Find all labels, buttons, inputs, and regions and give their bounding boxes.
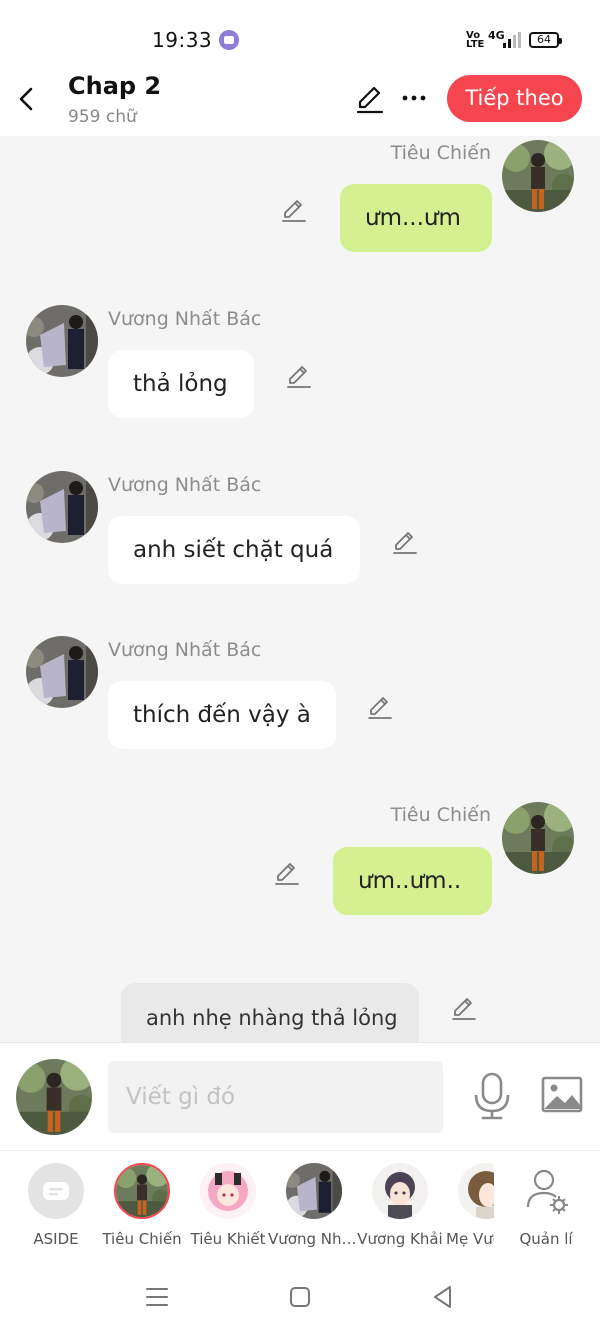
aside-chat-icon: [43, 1182, 69, 1200]
character-aside[interactable]: ASIDE: [16, 1163, 96, 1253]
word-count: 959 chữ: [68, 107, 137, 127]
avatar[interactable]: [26, 305, 98, 377]
avatar: [372, 1163, 428, 1219]
menu-icon: [146, 1288, 168, 1306]
chapter-header: Chap 2 959 chữ Tiếp theo: [0, 70, 600, 136]
avatar: [458, 1163, 494, 1219]
voice-input-button[interactable]: [470, 1071, 514, 1121]
system-navigation-bar: [0, 1260, 600, 1333]
home-button[interactable]: [285, 1282, 315, 1312]
sender-name: Vương Nhất Bác: [108, 474, 262, 496]
signal-icon: [503, 32, 521, 48]
volte-icon: Vo LTE: [466, 30, 485, 50]
message-bubble[interactable]: anh siết chặt quá: [108, 516, 360, 584]
avatar[interactable]: [502, 140, 574, 212]
character-label: ASIDE: [33, 1230, 79, 1248]
character-tieu-chien[interactable]: Tiêu Chiến: [102, 1163, 182, 1253]
pencil-icon: [273, 859, 301, 887]
status-bar: 19:33 Vo LTE 4G 64: [0, 0, 600, 70]
message-bubble[interactable]: thích đến vậy à: [108, 681, 336, 749]
current-speaker-avatar[interactable]: [16, 1059, 92, 1135]
battery-icon: 64: [529, 32, 562, 48]
image-icon: [541, 1076, 583, 1113]
pencil-icon: [285, 362, 313, 390]
status-time: 19:33: [152, 28, 213, 52]
more-dots-icon: [402, 95, 426, 101]
character-vuong-nhat-bac[interactable]: Vương Nhất Bác: [268, 1163, 360, 1253]
back-nav-button[interactable]: [428, 1282, 458, 1312]
edit-message-button[interactable]: [280, 196, 308, 224]
aside-bubble[interactable]: anh nhẹ nhàng thả lỏng: [121, 983, 419, 1042]
sender-name: Vương Nhất Bác: [108, 639, 262, 661]
recent-apps-button[interactable]: [142, 1282, 172, 1312]
character-label: Tiêu Khiết: [190, 1230, 266, 1248]
avatar[interactable]: [502, 802, 574, 874]
page-title: Chap 2: [68, 72, 162, 100]
more-options-button[interactable]: [399, 83, 429, 113]
pencil-icon: [391, 528, 419, 556]
character-tieu-khiet[interactable]: Tiêu Khiết: [188, 1163, 268, 1253]
message-bubble[interactable]: thả lỏng: [108, 350, 254, 418]
microphone-icon: [474, 1072, 510, 1120]
message-input[interactable]: [108, 1061, 443, 1133]
user-settings-icon: [526, 1169, 568, 1214]
message-bubble[interactable]: ưm...ưm: [340, 184, 492, 252]
manage-avatar: [518, 1163, 574, 1219]
aside-avatar: [28, 1163, 84, 1219]
avatar: [114, 1163, 170, 1219]
insert-image-button[interactable]: [540, 1075, 584, 1115]
back-button[interactable]: [12, 84, 42, 114]
pencil-icon: [450, 994, 478, 1022]
pencil-icon: [366, 693, 394, 721]
avatar: [286, 1163, 342, 1219]
edit-message-button[interactable]: [273, 859, 301, 887]
pencil-icon: [280, 196, 308, 224]
pencil-icon: [356, 86, 384, 114]
avatar[interactable]: [26, 471, 98, 543]
character-me-vuong[interactable]: Mẹ Vương: [446, 1163, 494, 1253]
avatar: [200, 1163, 256, 1219]
edit-message-button[interactable]: [366, 693, 394, 721]
message-composer: [0, 1042, 600, 1150]
character-label: Quản lí: [519, 1230, 573, 1248]
edit-message-button[interactable]: [450, 994, 478, 1022]
chevron-left-icon: [19, 87, 33, 111]
avatar[interactable]: [26, 636, 98, 708]
message-bubble[interactable]: ưm..ưm..: [333, 847, 492, 915]
chat-thread[interactable]: Tiêu Chiến ưm...ưm Vương Nhất Bác thả lỏ…: [0, 136, 600, 1042]
sender-name: Tiêu Chiến: [390, 142, 491, 164]
character-label: Mẹ Vương: [446, 1230, 494, 1248]
notification-app-icon: [219, 30, 239, 50]
sender-name: Vương Nhất Bác: [108, 308, 262, 330]
character-label: Tiêu Chiến: [102, 1230, 182, 1248]
sender-name: Tiêu Chiến: [390, 804, 491, 826]
next-chapter-button[interactable]: Tiếp theo: [447, 75, 582, 122]
square-icon: [290, 1287, 310, 1307]
edit-message-button[interactable]: [391, 528, 419, 556]
edit-message-button[interactable]: [285, 362, 313, 390]
character-selector: ASIDE Tiêu Chiến Tiêu Khiết Vương Nhất B…: [0, 1150, 600, 1260]
manage-characters[interactable]: Quản lí: [506, 1163, 586, 1253]
character-label: Vương Khải: [357, 1230, 443, 1248]
triangle-back-icon: [434, 1286, 451, 1308]
character-label: Vương Nhất Bác: [268, 1230, 360, 1248]
character-vuong-khai[interactable]: Vương Khải: [357, 1163, 443, 1253]
edit-chapter-button[interactable]: [354, 83, 386, 115]
